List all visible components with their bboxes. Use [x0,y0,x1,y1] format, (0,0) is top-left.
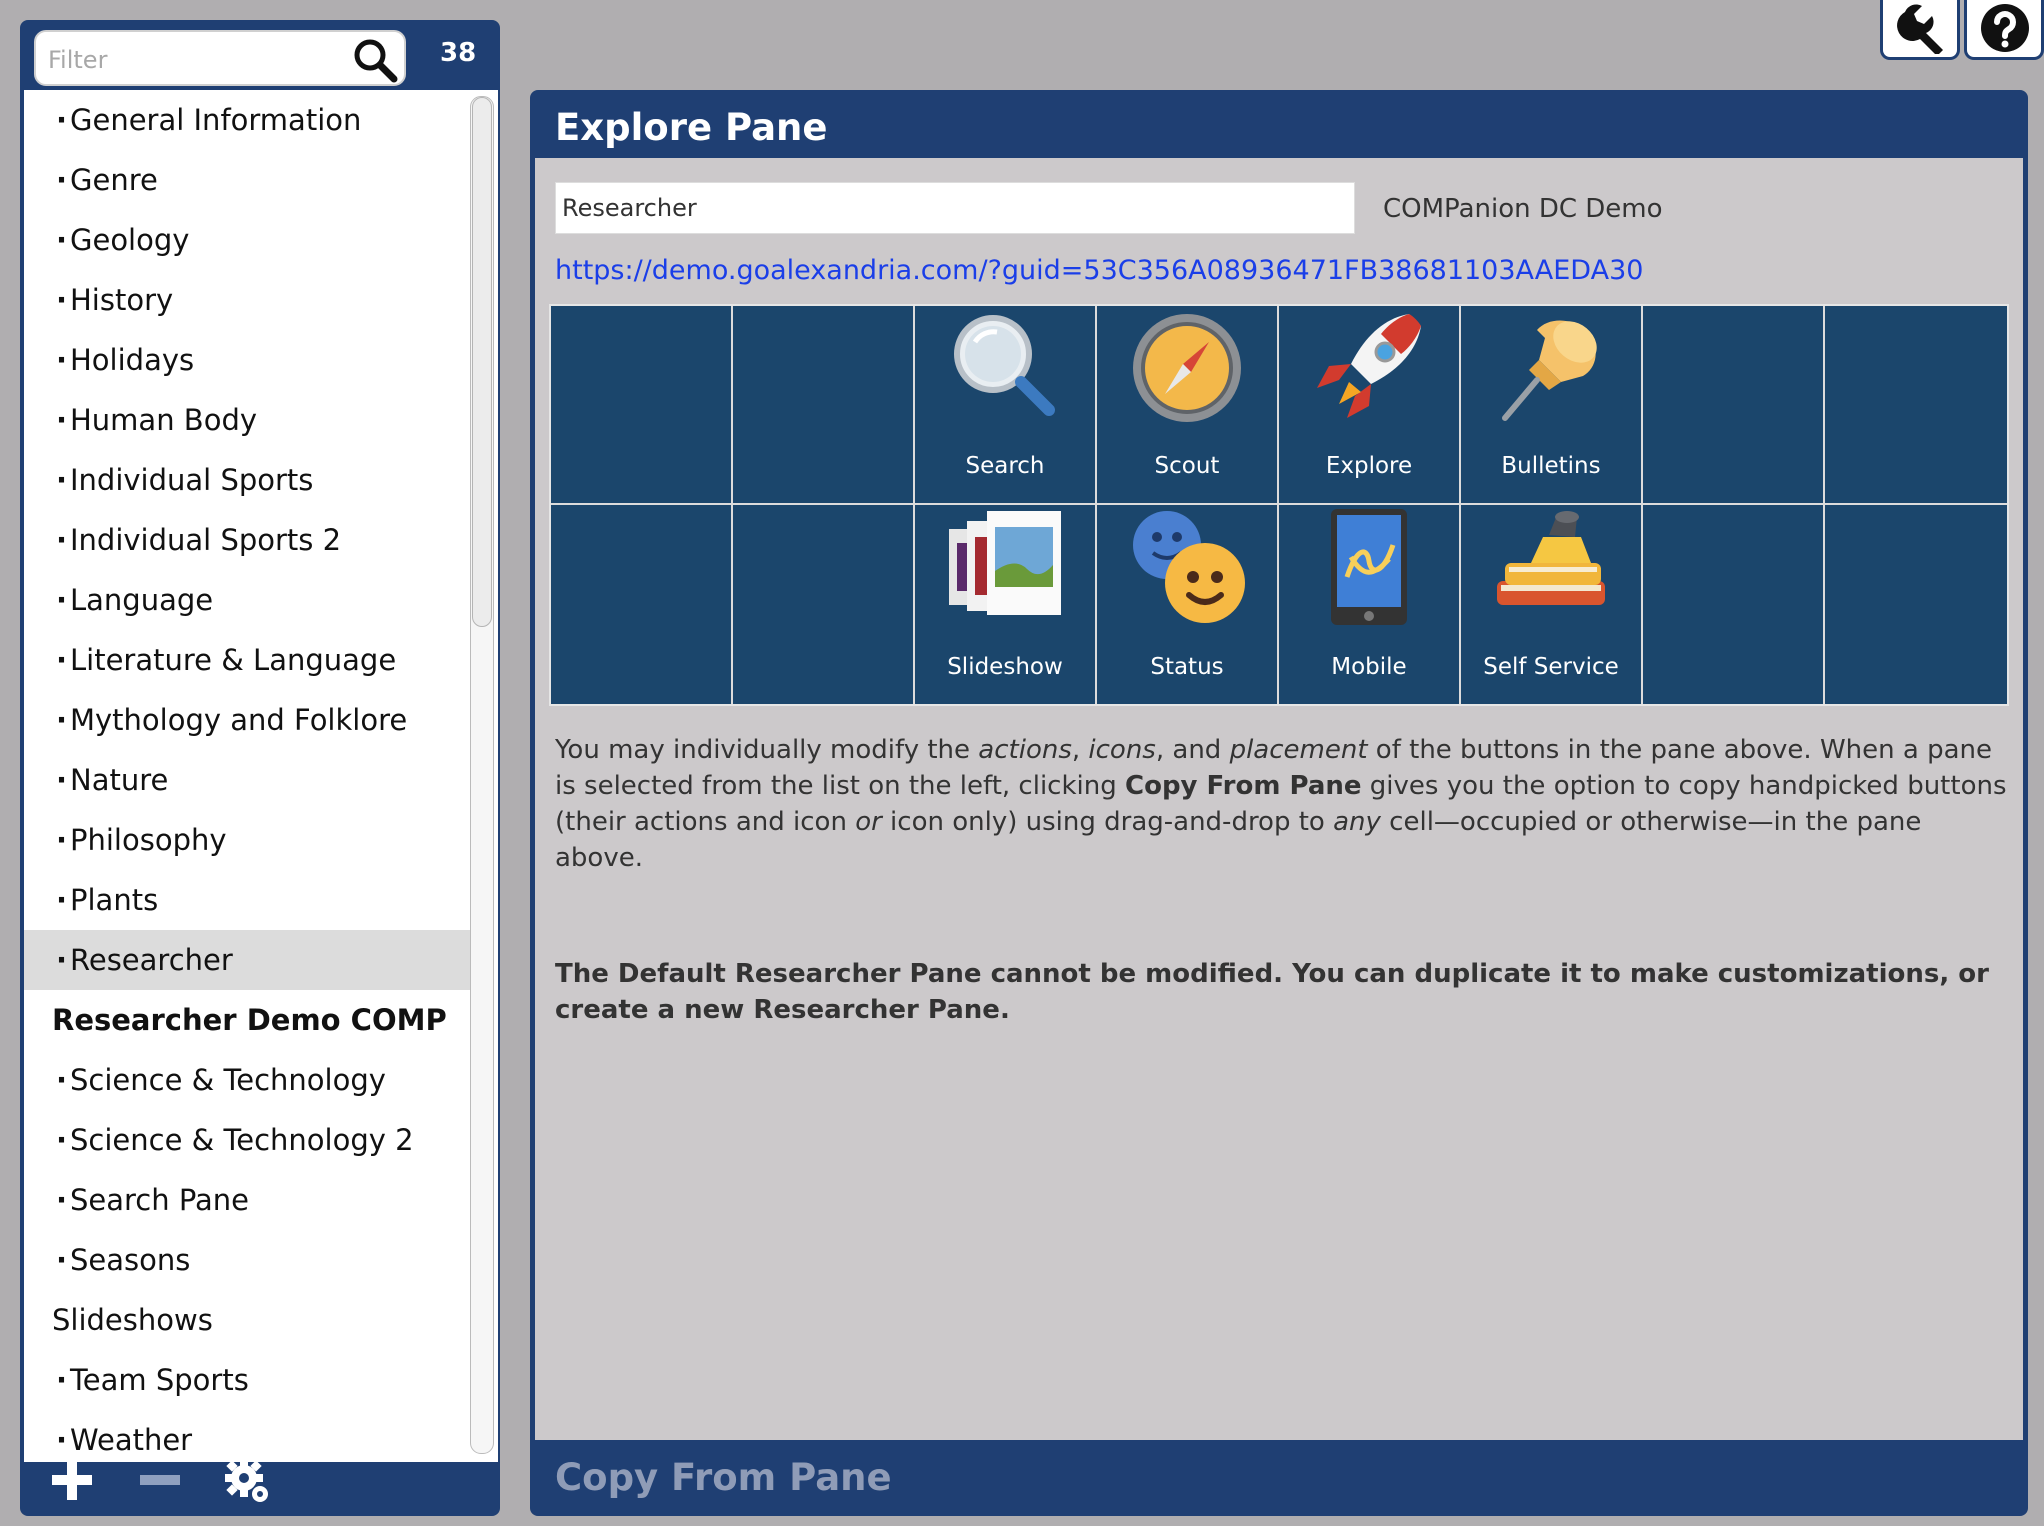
pane-list-item-label: Plants [70,883,159,917]
pane-list-item[interactable]: Human Body [24,390,470,450]
search-icon[interactable] [352,37,398,83]
pane-list-item[interactable]: Science & Technology [24,1050,470,1110]
plus-icon[interactable] [48,1456,96,1504]
grid-button-self-service[interactable]: Self Service [1461,505,1643,704]
button-grid: Search Scout Explore Bulletins Slideshow Stat… [549,304,2009,706]
settings-button[interactable] [1880,0,1960,60]
grid-button-label: Bulletins [1501,453,1601,479]
page-title: Explore Pane [555,106,828,149]
pane-list-item[interactable]: Seasons [24,1230,470,1290]
pane-list-item-label: Researcher [70,943,233,977]
pane-description: You may individually modify the actions,… [555,735,2007,873]
pane-list-item[interactable]: Philosophy [24,810,470,870]
grid-button-slideshow[interactable]: Slideshow [915,505,1097,704]
pane-list-item[interactable]: Search Pane [24,1170,470,1230]
grid-button-label: Status [1150,654,1224,680]
minus-icon[interactable] [136,1456,184,1504]
pane-editor: COMPanion DC Demo https://demo.goalexand… [535,158,2023,1440]
pane-list-item[interactable]: Researcher Demo COMP [24,990,470,1050]
pane-list-item-label: Science & Technology [70,1063,386,1097]
grid-button-label: Slideshow [947,654,1063,680]
pane-list-item-label: Individual Sports 2 [70,523,342,557]
pane-list-item[interactable]: Plants [24,870,470,930]
pane-list-item-label: History [70,283,174,317]
pane-list-item[interactable]: Slideshows [24,1290,470,1350]
grid-button-status[interactable]: Status [1097,505,1279,704]
grid-empty-cell[interactable] [551,306,733,505]
grid-button-mobile[interactable]: Mobile [1279,505,1461,704]
pane-list-item-label: Individual Sports [70,463,314,497]
grid-empty-cell[interactable] [1643,505,1825,704]
pane-list-item-label: Genre [70,163,158,197]
grid-button-scout[interactable]: Scout [1097,306,1279,505]
pane-list-item[interactable]: Literature & Language [24,630,470,690]
copy-from-pane-button[interactable]: Copy From Pane [555,1448,892,1508]
pane-list-item-label: Seasons [70,1243,191,1277]
pane-url-link[interactable]: https://demo.goalexandria.com/?guid=53C3… [555,255,1643,286]
grid-button-label: Self Service [1483,654,1619,680]
pane-list-item[interactable]: Geology [24,210,470,270]
pane-list-item[interactable]: General Information [24,90,470,150]
pane-list-item-label: Literature & Language [70,643,397,677]
pane-list: General Information Genre Geology History Ho… [24,90,498,1462]
pane-list-item[interactable]: History [24,270,470,330]
list-scroll-thumb[interactable] [472,97,492,627]
pane-list-item-label: Mythology and Folklore [70,703,408,737]
pane-list-item-label: Researcher Demo COMP [52,1003,447,1037]
pane-list-item-label: Language [70,583,214,617]
help-button[interactable] [1964,0,2044,60]
filter-box [34,30,406,86]
grid-button-label: Explore [1325,453,1413,479]
pane-list-item-label: Team Sports [70,1363,249,1397]
explore-pane-panel: Explore Pane COMPanion DC Demo https://d… [530,90,2028,1516]
grid-button-search[interactable]: Search [915,306,1097,505]
pane-list-item-label: General Information [70,103,362,137]
pane-list-item[interactable]: Individual Sports 2 [24,510,470,570]
grid-empty-cell[interactable] [551,505,733,704]
pane-list-item[interactable]: Genre [24,150,470,210]
pane-list-items: General Information Genre Geology History Ho… [24,90,470,1462]
pane-list-item-label: Geology [70,223,190,257]
pane-count: 38 [440,38,477,68]
grid-button-bulletins[interactable]: Bulletins [1461,306,1643,505]
grid-button-explore[interactable]: Explore [1279,306,1461,505]
grid-empty-cell[interactable] [733,505,915,704]
readonly-notice: The Default Researcher Pane cannot be mo… [555,959,1989,1025]
pane-list-item[interactable]: Science & Technology 2 [24,1110,470,1170]
filter-input[interactable] [46,40,350,80]
pane-list-item-label: Slideshows [52,1303,213,1337]
grid-button-label: Scout [1154,453,1220,479]
help-icon [1981,4,2029,52]
grid-empty-cell[interactable] [733,306,915,505]
pane-list-item[interactable]: Team Sports [24,1350,470,1410]
pane-list-item-label: Holidays [70,343,195,377]
pane-list-item[interactable]: Mythology and Folklore [24,690,470,750]
list-toolbar [20,1442,500,1516]
pane-list-item[interactable]: Nature [24,750,470,810]
gear-icon[interactable] [224,1456,272,1504]
pane-list-item-label: Nature [70,763,169,797]
grid-empty-cell[interactable] [1643,306,1825,505]
grid-empty-cell[interactable] [1825,306,2007,505]
pane-list-panel: 38 General Information Genre Geology Histor… [20,20,500,1516]
organization-name: COMPanion DC Demo [1383,194,1663,224]
pane-list-item-label: Science & Technology 2 [70,1123,414,1157]
pane-list-item-label: Search Pane [70,1183,250,1217]
grid-empty-cell[interactable] [1825,505,2007,704]
list-scrollbar[interactable] [470,96,494,1454]
grid-button-label: Mobile [1331,654,1407,680]
pane-name-input[interactable] [555,182,1355,234]
pane-list-item[interactable]: Individual Sports [24,450,470,510]
pane-list-item-label: Philosophy [70,823,227,857]
pane-list-item[interactable]: Language [24,570,470,630]
pane-list-item-label: Human Body [70,403,258,437]
pane-list-item[interactable]: Researcher [24,930,470,990]
grid-button-label: Search [965,453,1045,479]
pane-list-item[interactable]: Holidays [24,330,470,390]
wrench-icon [1897,4,1943,54]
